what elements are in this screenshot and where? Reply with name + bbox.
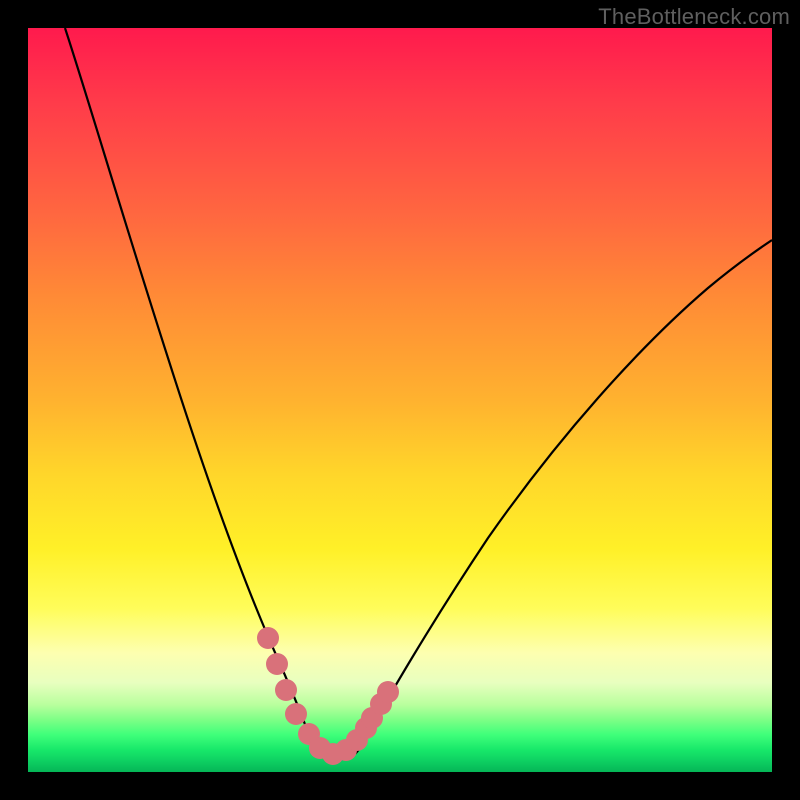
marker-dot (257, 627, 279, 649)
watermark-text: TheBottleneck.com (598, 4, 790, 30)
chart-frame: TheBottleneck.com (0, 0, 800, 800)
marker-dot (285, 703, 307, 725)
marker-dot (377, 681, 399, 703)
marker-dot (266, 653, 288, 675)
curve-layer (28, 28, 772, 772)
curve-right-branch (364, 240, 772, 740)
plot-area (28, 28, 772, 772)
marker-group (257, 627, 399, 765)
marker-dot (275, 679, 297, 701)
